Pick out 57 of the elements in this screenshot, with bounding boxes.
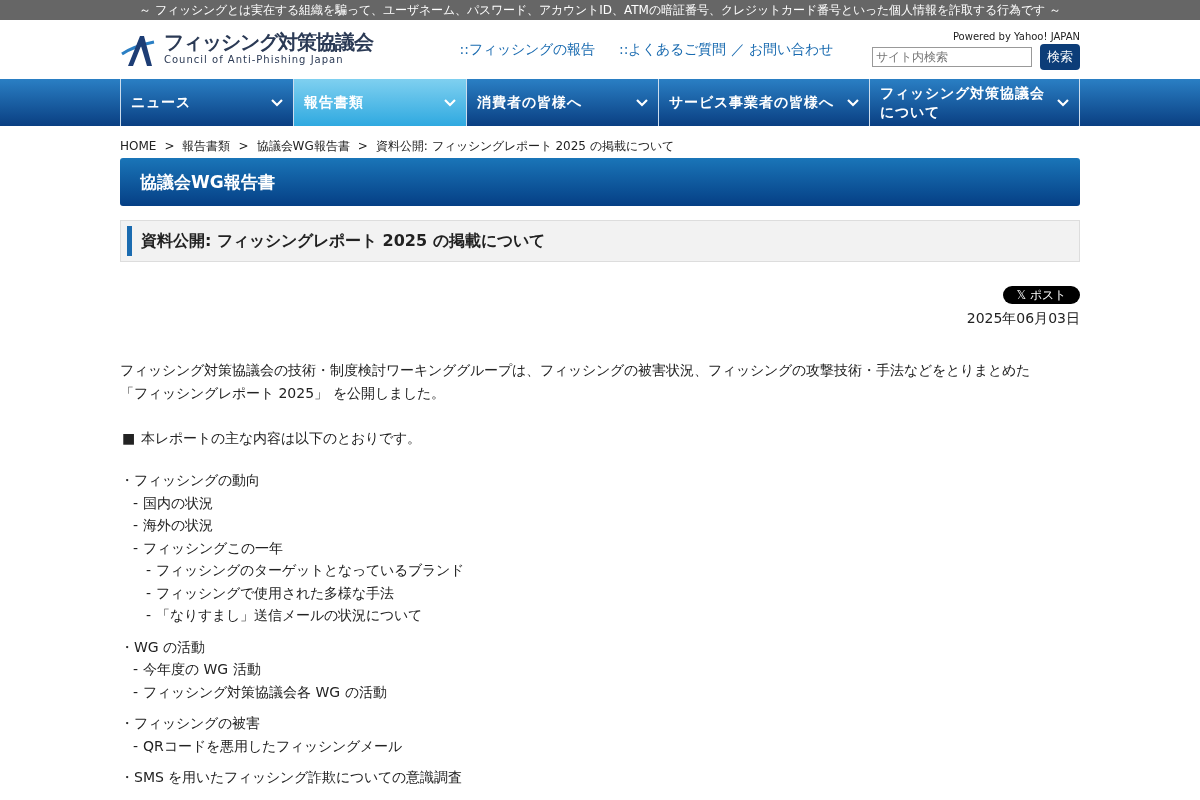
- breadcrumb-separator: >: [164, 138, 175, 154]
- breadcrumb-link[interactable]: 報告書類: [182, 138, 231, 154]
- breadcrumb-separator: >: [238, 138, 249, 154]
- outline-item: QRコードを悪用したフィッシングメール: [143, 736, 402, 756]
- breadcrumb-link[interactable]: 協議会WG報告書: [256, 138, 350, 154]
- dash-marker: -: [133, 660, 139, 679]
- dash-marker: -: [146, 561, 152, 580]
- intro-text: フィッシング対策協議会の技術・制度検討ワーキンググループは、フィッシングの被害状況、フィッシングの攻撃技術・手法などをとりまとめた: [120, 361, 1031, 380]
- intro-text: 「フィッシングレポート 2025」 を公開しました。: [120, 383, 446, 403]
- chevron-down-icon: [636, 98, 648, 107]
- header-link[interactable]: ::フィッシングの報告: [459, 39, 596, 60]
- dash-marker: -: [146, 583, 152, 603]
- nav-tab[interactable]: サービス事業者の皆様へ: [658, 79, 869, 126]
- chevron-down-icon: [444, 98, 456, 107]
- outline-item: フィッシング対策協議会各 WG の活動: [143, 682, 387, 702]
- bullet-marker: ・: [120, 637, 134, 657]
- powered-by-text: Powered by Yahoo! JAPAN: [952, 30, 1080, 45]
- header-link[interactable]: ::よくあるご質問 ／ お問い合わせ: [619, 39, 834, 60]
- outline-item: フィッシングこの一年: [143, 538, 284, 558]
- dash-marker: -: [133, 516, 139, 535]
- share-button[interactable]: 𝕏 ポスト: [1002, 286, 1080, 304]
- nav-tab[interactable]: フィッシング対策協議会について: [869, 79, 1080, 126]
- chevron-down-icon: [1057, 98, 1069, 107]
- outline-item: フィッシングの被害: [134, 714, 260, 733]
- bullet-marker: ・: [120, 471, 134, 490]
- logo-subtitle: Council of Anti-Phishing Japan: [164, 53, 345, 67]
- outline-item: 「なりすまし」送信メールの状況について: [156, 606, 423, 625]
- lead-text: 本レポートの主な内容は以下のとおりです。: [141, 428, 422, 448]
- outline-item: 海外の状況: [143, 516, 214, 535]
- chevron-down-icon: [847, 98, 859, 107]
- outline-item: 今年度の WG 活動: [143, 660, 261, 679]
- breadcrumb-separator: >: [357, 138, 368, 154]
- search-field[interactable]: サイト内検索: [872, 47, 1032, 67]
- bullet-marker: ・: [120, 768, 134, 787]
- breadcrumb-current: 資料公開: フィッシングレポート 2025 の掲載について: [375, 138, 674, 154]
- tagline-text: ～ フィッシングとは実在する組織を騙って、ユーザネーム、パスワード、アカウントID、ATMの暗証番号、クレジットカード番号といった個人情報を詐取する行為です ～: [0, 0, 1200, 20]
- search-button[interactable]: 検索: [1040, 44, 1080, 70]
- section-title: 協議会WG報告書: [120, 158, 1080, 206]
- breadcrumb-link[interactable]: HOME: [120, 138, 157, 154]
- outline-item: SMS を用いたフィッシング詐欺についての意識調査: [134, 768, 463, 787]
- dash-marker: -: [146, 606, 152, 625]
- nav-tab[interactable]: 消費者の皆様へ: [466, 79, 658, 126]
- dash-marker: -: [133, 736, 139, 756]
- outline-item: フィッシングの動向: [134, 471, 260, 490]
- lead-marker: ■: [121, 428, 137, 448]
- outline-item: フィッシングで使用された多様な手法: [156, 583, 395, 603]
- chevron-down-icon: [271, 98, 283, 107]
- article-title: 資料公開: フィッシングレポート 2025 の掲載について: [120, 220, 1080, 262]
- outline-item: 国内の状況: [143, 493, 214, 513]
- outline-item: フィッシングのターゲットとなっているブランド: [156, 561, 465, 580]
- dash-marker: -: [133, 682, 139, 702]
- outline-item: WG の活動: [134, 637, 206, 657]
- bullet-marker: ・: [120, 714, 134, 733]
- logo-title[interactable]: フィッシング対策協議会: [164, 32, 373, 52]
- dash-marker: -: [133, 493, 139, 513]
- dash-marker: -: [133, 538, 139, 558]
- post-date: 2025年06月03日: [966, 309, 1080, 328]
